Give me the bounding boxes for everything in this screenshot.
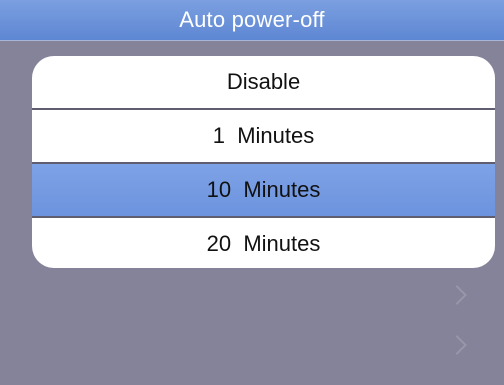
menu-item-1-minutes[interactable]: 1 Minutes bbox=[32, 110, 495, 164]
menu-item-label: 10 Minutes bbox=[206, 177, 321, 202]
menu-item-10-minutes[interactable]: 10 Minutes bbox=[32, 164, 495, 218]
chevron-right-icon bbox=[447, 335, 467, 355]
menu-item-label: 1 Minutes bbox=[212, 123, 315, 148]
menu-item-disable[interactable]: Disable bbox=[32, 56, 495, 110]
option-menu: Disable 1 Minutes 10 Minutes 20 Minutes bbox=[32, 56, 495, 268]
device-screen: Auto power-off Disable 1 Minutes 10 Minu… bbox=[0, 0, 504, 385]
title-bar: Auto power-off bbox=[0, 0, 504, 41]
screen-title: Auto power-off bbox=[179, 7, 325, 32]
chevron-right-icon bbox=[447, 285, 467, 305]
menu-item-20-minutes[interactable]: 20 Minutes bbox=[32, 218, 495, 268]
menu-item-label: 20 Minutes bbox=[206, 231, 321, 256]
menu-item-label: Disable bbox=[226, 69, 301, 94]
